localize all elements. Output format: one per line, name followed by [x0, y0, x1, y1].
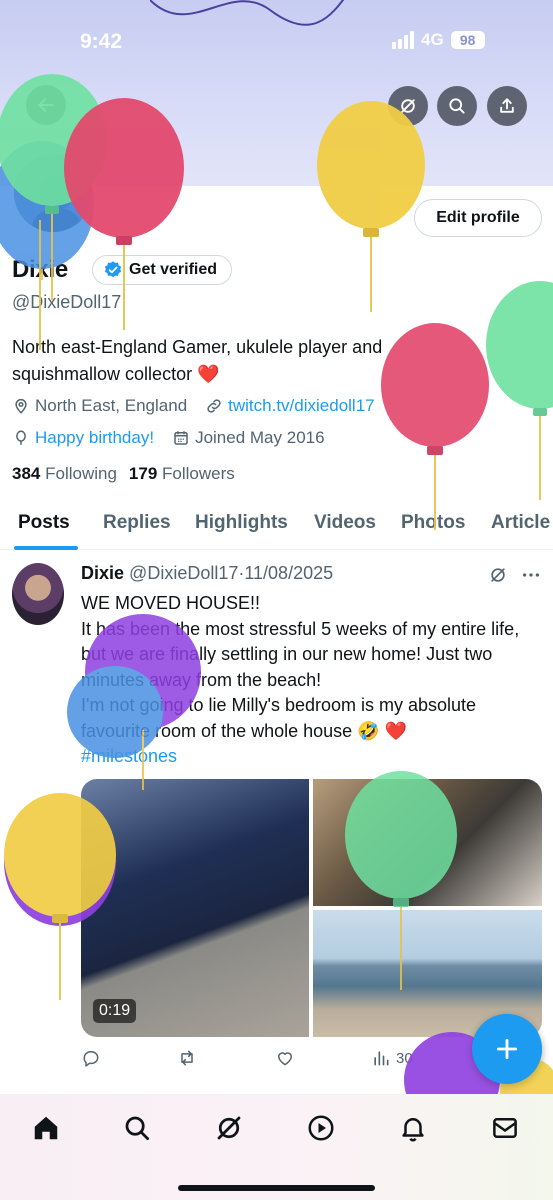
- video-duration: 0:19: [93, 999, 137, 1023]
- calendar-icon: [174, 431, 188, 445]
- home-icon[interactable]: [31, 1113, 61, 1143]
- profile-meta-row-1: North East, England twitch.tv/dixiedoll1…: [12, 396, 375, 416]
- verified-badge-icon: [104, 261, 122, 278]
- birthday-item[interactable]: Happy birthday!: [12, 428, 154, 448]
- post-header: Dixie @DixieDoll17·11/08/2025: [81, 563, 333, 584]
- balloon-icon: [16, 430, 26, 445]
- more-options-icon[interactable]: [520, 564, 542, 586]
- tab-highlights[interactable]: Highlights: [195, 512, 288, 534]
- profile-meta-row-2: Happy birthday! Joined May 2016: [12, 428, 325, 448]
- profile-tabs: Posts Replies Highlights Videos Photos A…: [0, 500, 553, 550]
- grok-icon: [401, 99, 415, 113]
- home-indicator[interactable]: [178, 1185, 375, 1191]
- post-hashtag[interactable]: #milestones: [81, 744, 543, 770]
- search-icon[interactable]: [122, 1113, 152, 1143]
- following-link[interactable]: 384 Following: [12, 464, 117, 484]
- share-icon: [500, 98, 514, 113]
- location-text: North East, England: [35, 396, 188, 415]
- reply-button[interactable]: [81, 1048, 101, 1068]
- status-bar: 9:42 4G 98: [0, 0, 553, 80]
- location-pin-icon: [15, 398, 27, 414]
- followers-link[interactable]: 179 Followers: [129, 464, 235, 484]
- share-button[interactable]: [487, 86, 527, 126]
- network-type: 4G: [421, 30, 444, 49]
- messages-icon[interactable]: [490, 1113, 520, 1143]
- avatar-image: [14, 154, 92, 232]
- post-line-3: I'm not going to lie Milly's bedroom is …: [81, 695, 477, 741]
- post-line-1: WE MOVED HOUSE!!: [81, 593, 261, 613]
- edit-profile-button[interactable]: Edit profile: [414, 199, 542, 237]
- signal-icon: [392, 31, 414, 49]
- search-icon: [449, 98, 465, 114]
- plus-icon: [496, 1038, 518, 1060]
- grok-icon[interactable]: [488, 565, 508, 585]
- post-line-2: It has been the most stressful 5 weeks o…: [81, 618, 520, 690]
- reply-icon: [83, 1051, 99, 1067]
- bottom-navigation: [0, 1094, 553, 1200]
- battery-icon: 98: [450, 31, 485, 49]
- post-author-handle: @DixieDoll17: [129, 563, 239, 583]
- post-body: WE MOVED HOUSE!! It has been the most st…: [81, 591, 543, 770]
- like-button[interactable]: [275, 1048, 295, 1068]
- active-tab-indicator: [14, 546, 78, 550]
- following-label: Following: [45, 464, 117, 483]
- tab-articles[interactable]: Article: [491, 512, 550, 534]
- get-verified-button[interactable]: Get verified: [92, 255, 233, 285]
- bio-line-2: squishmallow collector ❤️: [12, 364, 220, 384]
- grok-button[interactable]: [388, 86, 428, 126]
- post-photo-living-room[interactable]: [313, 779, 542, 906]
- video-play-icon[interactable]: [306, 1113, 336, 1143]
- back-button[interactable]: [26, 85, 66, 125]
- repost-icon: [181, 1050, 193, 1066]
- status-time: 9:42: [80, 30, 123, 53]
- tab-replies[interactable]: Replies: [103, 512, 171, 534]
- notifications-bell-icon[interactable]: [398, 1113, 428, 1143]
- profile-bio: North east-England Gamer, ukulele player…: [12, 334, 412, 388]
- search-button[interactable]: [437, 86, 477, 126]
- post-date: 11/08/2025: [244, 563, 334, 583]
- post-author-avatar[interactable]: [12, 563, 64, 625]
- repost-button[interactable]: [177, 1048, 197, 1068]
- joined-text: Joined May 2016: [195, 428, 325, 447]
- profile-name: Dixie: [12, 256, 68, 283]
- grok-icon[interactable]: [214, 1113, 244, 1143]
- post-video[interactable]: 0:19: [81, 779, 309, 1037]
- followers-count: 179: [128, 464, 158, 483]
- link-icon: [207, 399, 221, 413]
- birthday-text[interactable]: Happy birthday!: [35, 428, 154, 448]
- balloon-green-right: [486, 281, 553, 500]
- back-icon: [38, 98, 54, 112]
- post-media-grid: 0:19: [81, 779, 542, 1037]
- get-verified-label: Get verified: [129, 261, 218, 278]
- compose-post-button-overlay[interactable]: [472, 1014, 542, 1084]
- location-item: North East, England: [12, 396, 187, 416]
- views-button[interactable]: 30: [371, 1048, 413, 1068]
- tab-posts[interactable]: Posts: [18, 512, 70, 534]
- joined-item: Joined May 2016: [172, 428, 325, 448]
- views-bar-chart-icon: [374, 1051, 389, 1066]
- post-author-name[interactable]: Dixie: [81, 563, 124, 583]
- follow-stats: 384 Following 179 Followers: [12, 464, 235, 484]
- followers-label: Followers: [162, 464, 235, 483]
- following-count: 384: [12, 464, 41, 483]
- views-count: 30: [396, 1049, 413, 1067]
- heart-icon: [278, 1052, 292, 1066]
- profile-handle: @DixieDoll17: [12, 292, 122, 312]
- website-link[interactable]: twitch.tv/dixiedoll17: [228, 396, 374, 416]
- profile-avatar[interactable]: [10, 150, 96, 236]
- tab-videos[interactable]: Videos: [314, 512, 376, 534]
- bio-line-1: North east-England Gamer, ukulele player…: [12, 337, 383, 357]
- website-item[interactable]: twitch.tv/dixiedoll17: [205, 396, 375, 416]
- tab-photos[interactable]: Photos: [401, 512, 465, 534]
